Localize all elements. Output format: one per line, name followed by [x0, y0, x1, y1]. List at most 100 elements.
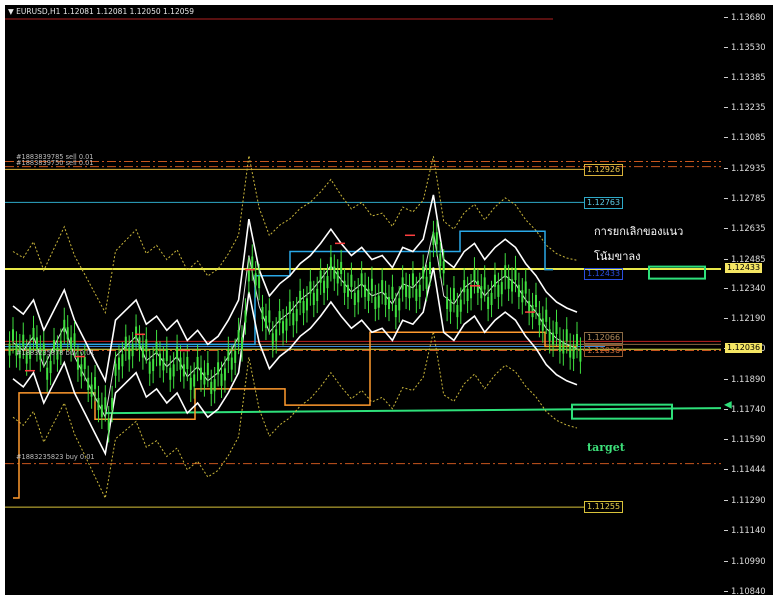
candle-body [309, 281, 312, 294]
candle-body [452, 288, 455, 301]
candle-body [35, 337, 38, 350]
bollinger-upper [12, 194, 578, 384]
price-tick-mark [724, 439, 728, 441]
candle-body [558, 339, 561, 352]
candle-body [121, 354, 124, 367]
price-tick-label: 1.10990 [731, 555, 766, 566]
candle-body [189, 377, 192, 390]
candle-body [528, 300, 531, 314]
candle-body [292, 313, 295, 326]
line-label-faint-1-12066[interactable]: 1.12066 [584, 332, 624, 344]
candle-body [565, 329, 568, 342]
symbol-ohlc-readout: EURUSD,H1 1.12081 1.12081 1.12050 1.1205… [16, 7, 195, 16]
price-tick-mark [724, 76, 728, 78]
price-axis[interactable]: 1.13680 1.13530 1.13385 1.13235 1.13085 1.129… [724, 5, 773, 595]
candle-body [268, 310, 271, 323]
candle-body [234, 350, 237, 363]
line-label-faint-1-12433[interactable]: 1.12433 [584, 268, 624, 280]
price-tick-label: 1.12785 [731, 192, 766, 203]
line-label-1-11255[interactable]: 1.11255 [584, 501, 624, 513]
candle-body [12, 329, 14, 342]
candle-body [131, 344, 134, 357]
candle-body [135, 326, 138, 339]
candle-body [367, 288, 370, 301]
price-tick-label: 1.11740 [731, 404, 766, 415]
annotation-text-line-1: การยกเลิกของแนว [594, 225, 684, 238]
price-tick-mark [724, 530, 728, 532]
candle-body [405, 284, 408, 297]
candle-body [466, 288, 469, 301]
price-tick-mark [724, 17, 728, 18]
chart-plot-area[interactable]: ▼ EURUSD,H1 1.12081 1.12081 1.12050 1.12… [5, 5, 721, 595]
line-label-1-12926[interactable]: 1.12926 [584, 164, 624, 176]
candle-body [261, 307, 264, 320]
order-label-sell-2[interactable]: #1883839750 sell 0.01 [16, 159, 94, 167]
candle-body [169, 367, 172, 380]
candle-body [572, 346, 575, 359]
candle-body [500, 282, 503, 295]
candle-body [394, 305, 397, 318]
candle-body [8, 343, 11, 356]
price-tick-mark [724, 560, 728, 562]
candle-body [579, 349, 582, 362]
candle-body [128, 347, 131, 360]
dropdown-triangle-icon[interactable]: ▼ [8, 7, 14, 16]
candle-body [545, 309, 548, 322]
candle-body [282, 321, 285, 334]
candle-body [176, 346, 179, 359]
candle-body [422, 266, 425, 279]
candle-body [87, 377, 90, 390]
candle-body [138, 337, 141, 350]
order-label-buy-2[interactable]: #1883235823 buy 0.01 [16, 453, 95, 461]
candle-body [264, 315, 267, 328]
candle-body [521, 290, 524, 303]
candle-body [534, 294, 537, 308]
candle-body [237, 329, 240, 343]
candle-body [275, 329, 278, 342]
price-tick-label: 1.11140 [731, 525, 766, 536]
candle-body [258, 276, 261, 289]
candle-body [480, 286, 483, 299]
candle-body [196, 356, 199, 370]
candle-body [483, 277, 486, 290]
order-label-buy-1[interactable]: #1883235878 buy 0.01 [16, 349, 95, 357]
line-label-faint-1-12036[interactable]: 1.12036 [584, 345, 624, 357]
candle-body [254, 273, 257, 286]
candle-body [206, 362, 209, 376]
candle-body [353, 292, 356, 306]
price-tick-mark [724, 137, 728, 139]
candle-body [449, 299, 452, 312]
candle-body [524, 281, 527, 294]
candle-body [46, 367, 49, 380]
current-price-badge: 1.12036 [725, 343, 763, 353]
candle-body [90, 384, 93, 397]
candle-body [244, 310, 247, 323]
candle-body [70, 337, 73, 350]
candle-body [97, 397, 100, 411]
candle-body [316, 288, 319, 301]
price-tick-label: 1.12340 [731, 282, 766, 293]
candle-body [203, 372, 206, 385]
candle-body [302, 300, 305, 314]
candle-body [73, 333, 76, 346]
candle-body [350, 274, 353, 287]
candle-body [165, 348, 168, 361]
candle-body [459, 299, 462, 312]
candle-body [456, 305, 459, 318]
candle-body [141, 345, 144, 358]
candle-body [401, 277, 404, 290]
candle-body [210, 381, 213, 394]
candle-body [107, 418, 110, 431]
candle-body [200, 367, 202, 380]
candle-body [463, 280, 466, 293]
candle-body [326, 276, 329, 289]
candle-body [569, 345, 572, 358]
candle-body [381, 280, 384, 293]
candle-body [299, 290, 302, 303]
candle-body [247, 269, 250, 282]
candle-body [223, 368, 226, 381]
price-tick-mark [724, 106, 728, 108]
candle-body [66, 327, 69, 340]
stepped-orange-line [13, 331, 577, 499]
line-label-1-12763[interactable]: 1.12763 [584, 197, 624, 209]
